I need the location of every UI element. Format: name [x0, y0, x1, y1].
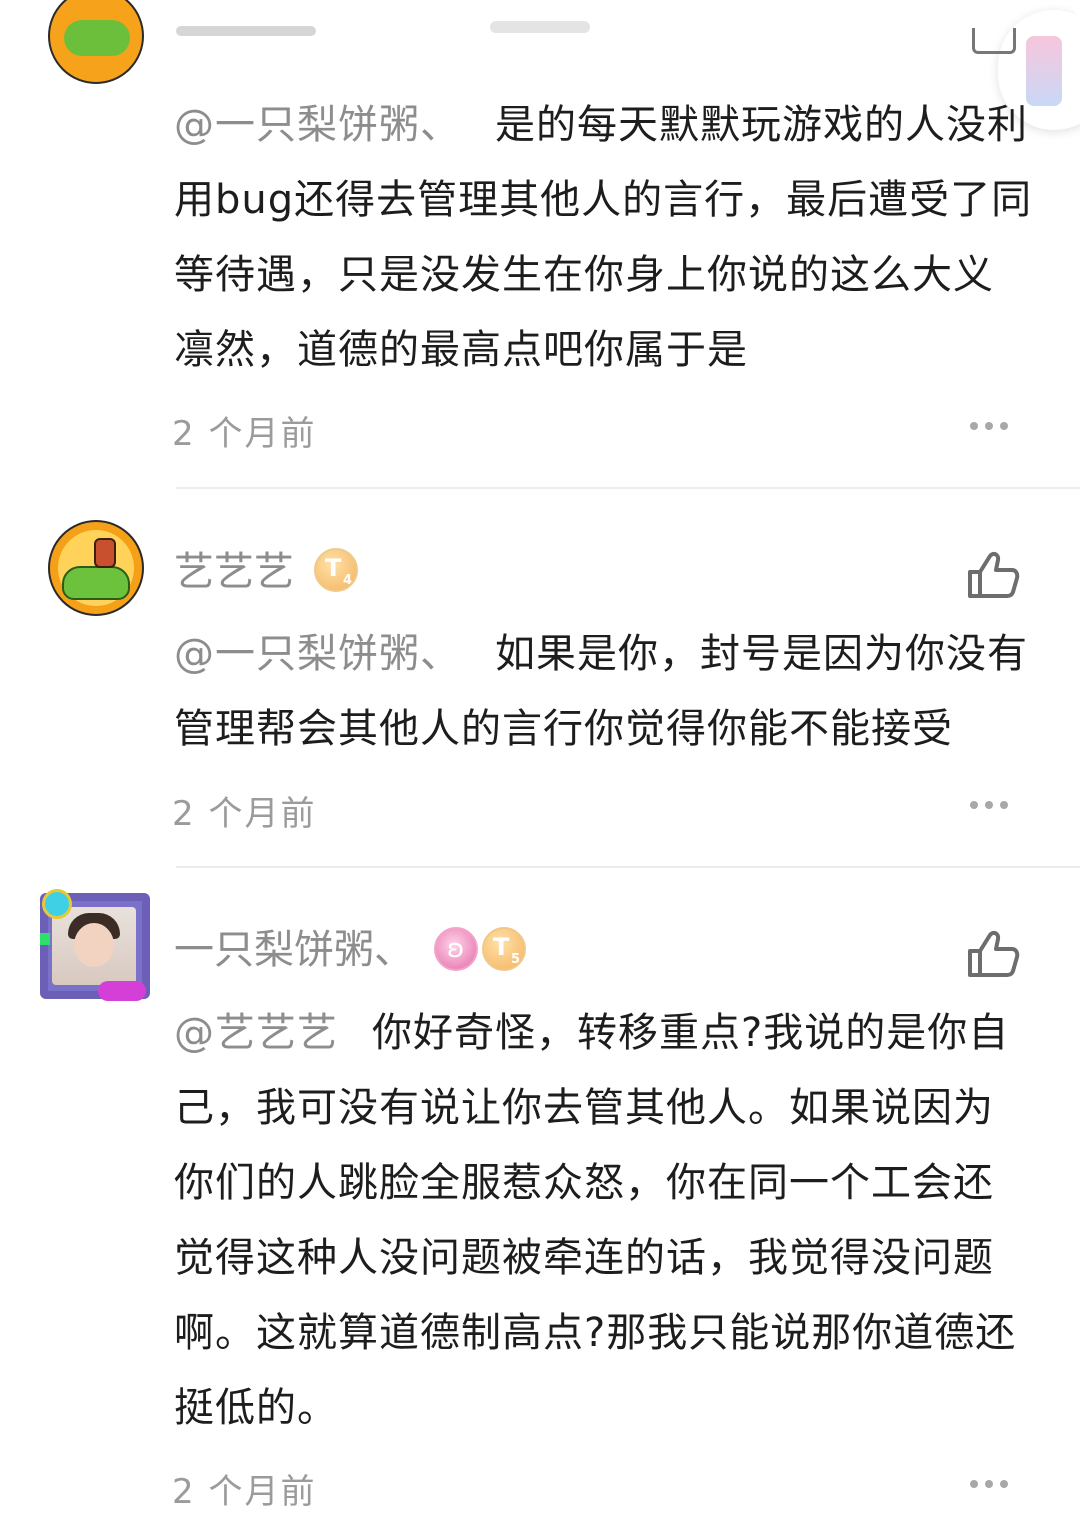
divider [176, 487, 1080, 489]
username [176, 26, 316, 36]
comment-time: 2 个月前 [172, 1472, 317, 1512]
thumbs-up-icon[interactable] [966, 929, 1020, 979]
thumbs-up-icon[interactable] [972, 28, 1016, 54]
thumbs-up-icon[interactable] [966, 550, 1020, 600]
divider [176, 866, 1080, 868]
fire-badge-icon: ʚ [434, 927, 478, 971]
username[interactable]: 一只梨饼粥、 [174, 926, 414, 974]
comment-text: @一只梨饼粥、 如果是你，封号是因为你没有管理帮会其他人的言行你觉得你能不能接受 [174, 631, 1028, 752]
avatar[interactable] [48, 0, 144, 84]
more-dots-icon[interactable] [970, 801, 1010, 811]
comment-sheet: @一只梨饼粥、 是的每天默默玩游戏的人没利用bug还得去管理其他人的言行，最后遭受… [0, 0, 1080, 1540]
comment-text: @一只梨饼粥、 是的每天默默玩游戏的人没利用bug还得去管理其他人的言行，最后遭受… [174, 102, 1033, 373]
tier-badge-icon: T5 [482, 927, 526, 971]
mention[interactable]: @艺艺艺 [174, 1010, 338, 1056]
tier-badge-icon: T4 [314, 548, 358, 592]
mention[interactable]: @一只梨饼粥、 [174, 102, 461, 148]
avatar[interactable] [38, 889, 152, 1007]
comment-time: 2 个月前 [172, 794, 317, 834]
more-dots-icon[interactable] [970, 422, 1010, 432]
mention[interactable]: @一只梨饼粥、 [174, 631, 461, 677]
username[interactable]: 艺艺艺 [174, 548, 294, 596]
more-dots-icon[interactable] [970, 1480, 1010, 1490]
drag-handle[interactable] [490, 21, 590, 33]
comment-text: @艺艺艺 你好奇怪，转移重点?我说的是你自己，我可没有说让你去管其他人。如果说因为… [174, 1010, 1017, 1431]
avatar[interactable] [48, 520, 144, 616]
comment-time: 2 个月前 [172, 414, 317, 454]
